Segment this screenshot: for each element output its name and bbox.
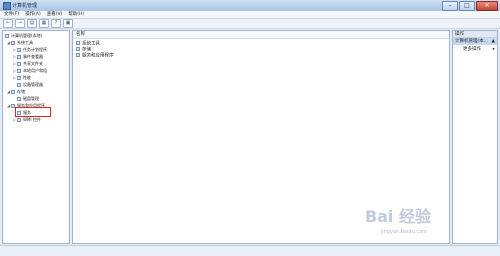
tree-disk-management-label: 磁盘管理: [23, 96, 39, 101]
back-icon[interactable]: ←: [3, 19, 13, 28]
maximize-button[interactable]: □: [459, 1, 475, 11]
expand-icon[interactable]: ▷: [13, 117, 16, 122]
properties-icon[interactable]: ▦: [39, 19, 49, 28]
clock-icon: [17, 48, 21, 52]
menu-action[interactable]: 操作(A): [25, 11, 41, 18]
expand-icon[interactable]: ▷: [13, 47, 16, 52]
tree-disk-management[interactable]: 磁盘管理: [13, 96, 39, 101]
tree-root[interactable]: 计算机管理(本地): [5, 33, 42, 38]
collapse-icon[interactable]: ◢: [7, 103, 10, 108]
device-manager-icon: [17, 83, 21, 87]
tools-icon: [76, 41, 80, 45]
tree-event-viewer-label: 事件查看器: [23, 54, 43, 59]
expand-icon[interactable]: ▷: [13, 68, 16, 73]
menu-bar: 文件(F) 操作(A) 查看(V) 帮助(H): [0, 11, 500, 19]
navigation-tree: 计算机管理(本地) ◢ 系统工具 ▷ 任务计划程序 ▷ 事件查看器 ▷ 共享文件夹 ▷ 本…: [2, 30, 70, 244]
tree-wmi-label: WMI 控件: [23, 117, 41, 122]
tree-storage[interactable]: ◢ 存储: [7, 89, 25, 94]
details-pane: 名称 系统工具 存储 服务和应用程序 Bai 经验 jingyan.baidu.…: [72, 30, 450, 244]
chevron-right-icon[interactable]: ▸: [493, 47, 495, 52]
tree-device-manager-label: 设备管理器: [23, 82, 43, 87]
users-icon: [17, 69, 21, 73]
forward-icon[interactable]: →: [15, 19, 25, 28]
tree-wmi[interactable]: ▷ WMI 控件: [13, 117, 41, 122]
menu-view[interactable]: 查看(V): [47, 11, 63, 18]
menu-help[interactable]: 帮助(H): [68, 11, 84, 18]
tree-performance[interactable]: ▷ 性能: [13, 75, 31, 80]
event-log-icon: [17, 55, 21, 59]
status-bar: [0, 245, 500, 256]
window-title: 计算机管理: [12, 3, 38, 9]
watermark-brand: Bai 经验: [364, 207, 431, 226]
tree-task-scheduler[interactable]: ▷ 任务计划程序: [13, 47, 47, 52]
minimize-button[interactable]: –: [442, 1, 458, 11]
actions-header-label: 操作: [455, 32, 464, 37]
tree-device-manager[interactable]: 设备管理器: [13, 82, 43, 87]
window-buttons: – □ ✕: [442, 1, 498, 11]
tree-performance-label: 性能: [23, 75, 31, 80]
expand-icon[interactable]: ▷: [13, 54, 16, 59]
actions-subheader-label: 计算机管理(本...: [455, 39, 489, 44]
watermark-url: jingyan.baidu.com: [380, 229, 427, 235]
actions-header: 操作: [453, 31, 497, 38]
actions-pane: 操作 计算机管理(本... ▲ 更多操作 ▸: [452, 30, 498, 244]
close-button[interactable]: ✕: [476, 1, 498, 11]
actions-subheader[interactable]: 计算机管理(本... ▲: [453, 38, 497, 45]
list-item[interactable]: 系统工具: [76, 41, 100, 47]
tree-event-viewer[interactable]: ▷ 事件查看器: [13, 54, 43, 59]
storage-icon: [11, 90, 15, 94]
computer-icon: [5, 34, 9, 38]
disk-icon: [17, 97, 21, 101]
collapse-icon[interactable]: ◢: [7, 89, 10, 94]
storage-icon: [76, 47, 80, 51]
wmi-icon: [17, 118, 21, 122]
column-header-name[interactable]: 名称: [73, 31, 449, 39]
tree-root-label: 计算机管理(本地): [11, 33, 43, 38]
console-icon[interactable]: ▣: [63, 19, 73, 28]
toolbar: ← → ▤ ▦ ? ▣: [0, 19, 500, 29]
list-item-label: 服务和应用程序: [82, 53, 114, 59]
tree-storage-label: 存储: [17, 89, 25, 94]
tools-icon: [11, 41, 15, 45]
performance-icon: [17, 76, 21, 80]
computer-management-icon: [3, 2, 11, 10]
tree-task-scheduler-label: 任务计划程序: [23, 47, 47, 52]
menu-file[interactable]: 文件(F): [4, 11, 19, 18]
list-item-label: 系统工具: [82, 41, 100, 47]
list-item[interactable]: 服务和应用程序: [76, 53, 114, 59]
tree-shared-folders[interactable]: ▷ 共享文件夹: [13, 61, 43, 66]
list-item-label: 存储: [82, 47, 91, 53]
help-icon[interactable]: ?: [51, 19, 61, 28]
tree-system-tools-label: 系统工具: [17, 40, 33, 45]
tree-system-tools[interactable]: ◢ 系统工具: [7, 40, 33, 45]
highlight-box: [15, 107, 51, 117]
more-actions-label: 更多操作: [463, 47, 481, 52]
tree-local-users[interactable]: ▷ 本地用户和组: [13, 68, 47, 73]
more-actions[interactable]: 更多操作: [463, 47, 481, 53]
chevron-up-icon[interactable]: ▲: [492, 38, 495, 45]
tree-local-users-label: 本地用户和组: [23, 68, 47, 73]
show-tree-icon[interactable]: ▤: [27, 19, 37, 28]
list-item[interactable]: 存储: [76, 47, 91, 53]
expand-icon[interactable]: ▷: [13, 61, 16, 66]
services-apps-icon: [76, 53, 80, 57]
folder-icon: [17, 62, 21, 66]
tree-shared-folders-label: 共享文件夹: [23, 61, 43, 66]
expand-icon[interactable]: ▷: [13, 75, 16, 80]
collapse-icon[interactable]: ◢: [7, 40, 10, 45]
